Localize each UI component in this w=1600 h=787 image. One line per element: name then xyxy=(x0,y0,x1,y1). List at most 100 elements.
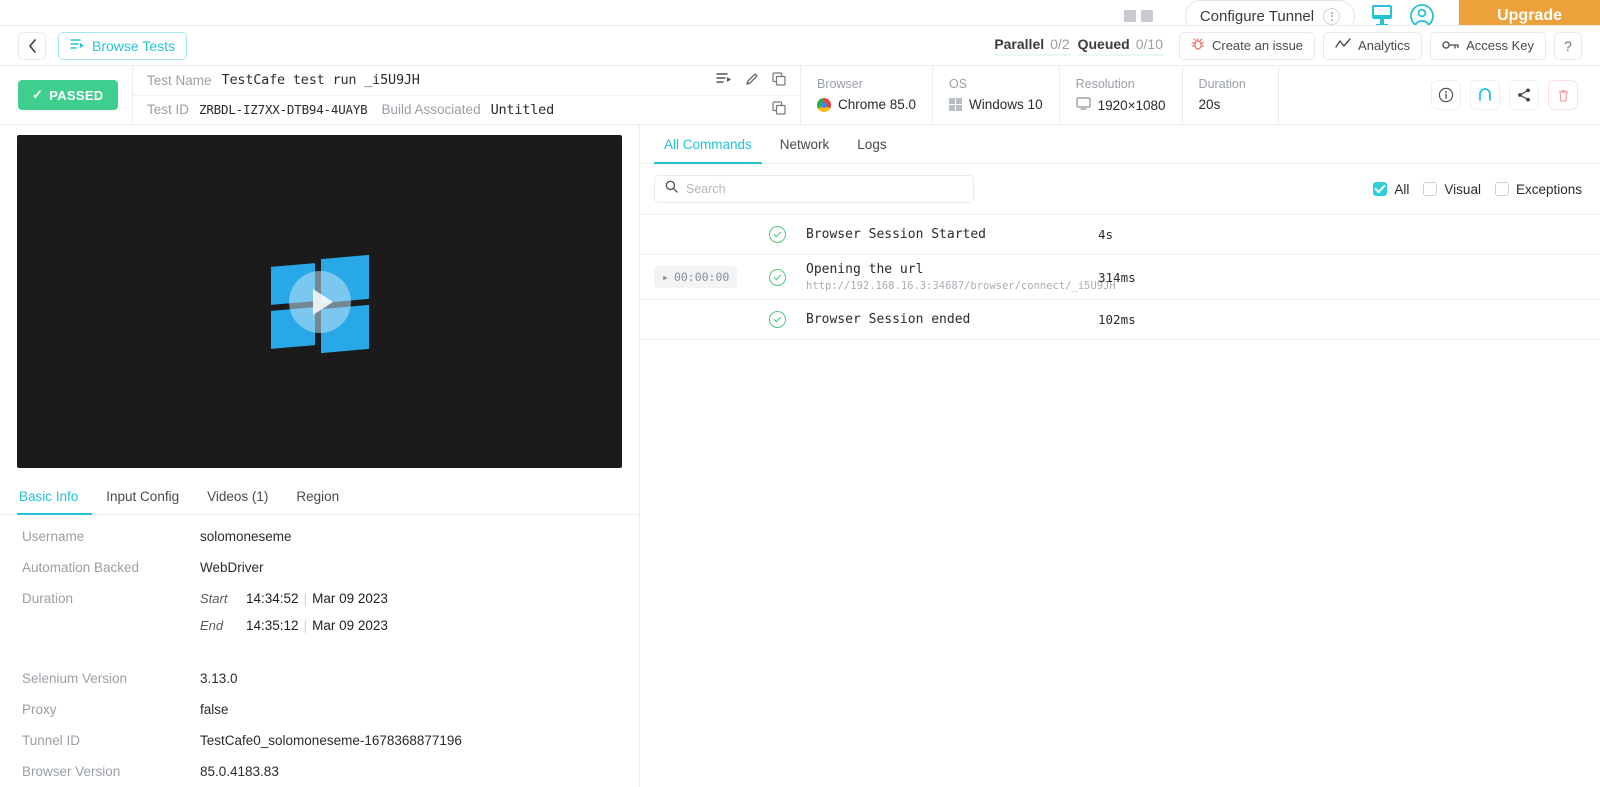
info-row-proxy: Proxy false xyxy=(0,702,639,717)
tab-input-config[interactable]: Input Config xyxy=(92,480,193,514)
command-row[interactable]: Browser Session ended 102ms xyxy=(640,300,1600,340)
spec-os-value: Windows 10 xyxy=(969,97,1043,112)
filter-all[interactable]: All xyxy=(1373,182,1409,197)
search-input[interactable] xyxy=(686,182,963,196)
right-panel: All Commands Network Logs Search All Vis… xyxy=(640,125,1600,787)
tab-videos[interactable]: Videos (1) xyxy=(193,480,282,514)
proxy-value: false xyxy=(200,702,229,718)
copy-icon[interactable] xyxy=(772,101,786,118)
timestamp-value: 00:00:00 xyxy=(673,270,730,284)
test-info-bar: ✓ PASSED Test Name TestCafe test run _i5… xyxy=(0,66,1600,125)
info-row-automation: Automation Backed WebDriver xyxy=(0,560,639,575)
spec-duration: Duration 20s xyxy=(1181,66,1278,124)
browse-tests-icon xyxy=(70,38,85,54)
selenium-value: 3.13.0 xyxy=(200,671,238,687)
filter-visual-checkbox[interactable] xyxy=(1423,182,1438,196)
command-name: Browser Session ended xyxy=(806,312,971,327)
filter-visual[interactable]: Visual xyxy=(1423,182,1481,197)
tab-videos-label: Videos (1) xyxy=(207,489,269,505)
timestamp-chip[interactable]: ▸ 00:00:00 xyxy=(654,266,738,288)
tab-logs[interactable]: Logs xyxy=(843,125,900,163)
video-player[interactable] xyxy=(17,135,622,469)
command-row[interactable]: ▸ 00:00:00 Opening the url http://192.16… xyxy=(640,255,1600,300)
tab-network-label: Network xyxy=(779,137,830,152)
global-topbar: Configure Tunnel Upgrade xyxy=(0,0,1600,26)
upgrade-label: Upgrade xyxy=(1497,7,1562,24)
right-tabs: All Commands Network Logs xyxy=(640,125,1600,164)
magnet-button[interactable] xyxy=(1470,80,1500,110)
filter-exceptions-checkbox[interactable] xyxy=(1494,182,1509,196)
status-badge: ✓ PASSED xyxy=(18,80,118,110)
tab-basic-info-label: Basic Info xyxy=(19,489,79,505)
playlist-icon[interactable] xyxy=(716,72,732,88)
analytics-button[interactable]: Analytics xyxy=(1323,31,1423,60)
tab-network[interactable]: Network xyxy=(766,125,844,163)
play-button[interactable] xyxy=(288,270,351,333)
share-button[interactable] xyxy=(1509,80,1539,110)
queued-value: 0/10 xyxy=(1135,36,1163,52)
check-circle-icon xyxy=(768,226,786,243)
monitor-teal-icon[interactable] xyxy=(1369,4,1395,25)
test-name-row: Test Name TestCafe test run _i5U9JH xyxy=(133,66,800,95)
basic-info-list: Username solomoneseme Automation Backed … xyxy=(0,515,639,787)
end-date: Mar 09 2023 xyxy=(312,618,388,634)
access-key-button[interactable]: Access Key xyxy=(1430,31,1546,60)
command-text: Opening the url http://192.168.16.3:3468… xyxy=(806,262,1116,292)
start-label: Start xyxy=(200,591,228,607)
tab-region[interactable]: Region xyxy=(282,480,353,514)
filter-exceptions[interactable]: Exceptions xyxy=(1494,182,1582,197)
tab-all-commands[interactable]: All Commands xyxy=(650,125,766,164)
left-panel: Basic Info Input Config Videos (1) Regio… xyxy=(0,125,640,787)
tab-all-commands-label: All Commands xyxy=(664,137,752,152)
create-issue-button[interactable]: Create an issue xyxy=(1178,31,1316,60)
info-row-duration: Duration Start 14:34:52 | Mar 09 2023 End … xyxy=(0,591,639,645)
tunnel-options-icon[interactable] xyxy=(1323,7,1341,25)
tunnel-value: TestCafe0_solomoneseme-1678368877196 xyxy=(200,733,462,749)
delete-button[interactable] xyxy=(1548,80,1578,110)
search-box[interactable] xyxy=(654,175,974,203)
grid-icon xyxy=(1123,10,1153,22)
user-avatar-icon[interactable] xyxy=(1409,3,1435,25)
browse-tests-button[interactable]: Browse Tests xyxy=(58,31,187,60)
command-status xyxy=(748,226,806,243)
spec-os: OS Windows 10 xyxy=(932,66,1059,124)
edit-pencil-icon[interactable] xyxy=(745,72,759,89)
test-id-value: ZRBDL-IZ7XX-DTB94-4UAYB xyxy=(199,102,368,118)
left-tabs: Basic Info Input Config Videos (1) Regio… xyxy=(0,480,639,516)
bug-icon xyxy=(1191,37,1205,54)
status-label: PASSED xyxy=(49,87,104,103)
tab-basic-info[interactable]: Basic Info xyxy=(17,480,93,516)
command-row[interactable]: Browser Session Started 4s xyxy=(640,215,1600,255)
copy-icon[interactable] xyxy=(772,72,786,89)
test-meta: Test Name TestCafe test run _i5U9JH Test… xyxy=(132,66,800,124)
upgrade-button[interactable]: Upgrade xyxy=(1459,0,1600,25)
command-status xyxy=(748,268,806,286)
check-circle-icon xyxy=(768,311,786,328)
help-button[interactable]: ? xyxy=(1554,31,1582,60)
check-circle-icon xyxy=(768,268,786,286)
configure-tunnel-button[interactable]: Configure Tunnel xyxy=(1184,0,1356,25)
start-time-wrap: 14:34:52 | Mar 09 2023 xyxy=(246,591,388,607)
queued-stat: Queued 0/10 xyxy=(1077,36,1164,56)
test-id-label: Test ID xyxy=(147,102,190,118)
duration-end: End 14:35:12 | Mar 09 2023 xyxy=(200,618,388,633)
test-name-label: Test Name xyxy=(147,72,212,88)
username-value: solomoneseme xyxy=(200,529,292,545)
filter-all-checkbox[interactable] xyxy=(1373,182,1388,196)
back-button[interactable] xyxy=(18,31,46,60)
command-duration: 4s xyxy=(1098,227,1114,242)
test-id-row: Test ID ZRBDL-IZ7XX-DTB94-4UAYB Build As… xyxy=(133,94,800,125)
duration-label: Duration xyxy=(22,591,74,607)
browser-version-label: Browser Version xyxy=(22,764,121,780)
test-actions xyxy=(1277,66,1600,124)
info-row-browser-version: Browser Version 85.0.4183.83 xyxy=(0,764,639,779)
info-button[interactable] xyxy=(1431,80,1461,110)
browse-tests-label: Browse Tests xyxy=(92,37,175,54)
duration-start: Start 14:34:52 | Mar 09 2023 xyxy=(200,591,388,606)
windows-icon xyxy=(949,98,963,111)
key-icon xyxy=(1442,38,1459,53)
page-nav-bar: Browse Tests Parallel 0/2 Queued 0/10 Cr… xyxy=(0,26,1600,66)
command-timestamp[interactable]: ▸ 00:00:00 xyxy=(640,266,748,288)
end-label: End xyxy=(200,618,224,634)
filter-checkboxes: All Visual Exceptions xyxy=(1373,182,1582,197)
